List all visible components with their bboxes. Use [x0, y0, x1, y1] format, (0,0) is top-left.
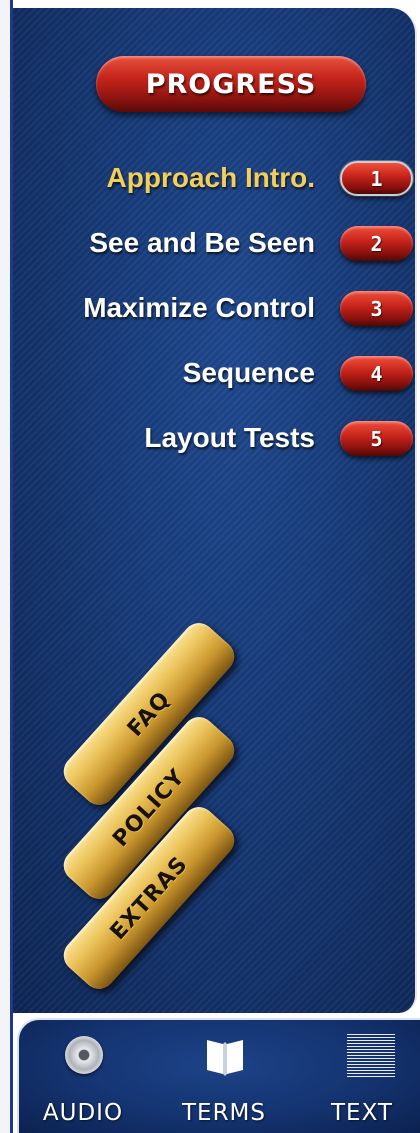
bottom-toolbar: AUDIO TERMS TEXT — [17, 1018, 420, 1133]
terms-button-label: TERMS — [181, 1100, 266, 1126]
progress-header: PROGRESS — [96, 56, 366, 112]
book-icon — [207, 1040, 243, 1076]
text-button[interactable]: TEXT — [307, 1032, 417, 1128]
menu-item-badge: 4 — [340, 356, 413, 391]
terms-button[interactable]: TERMS — [159, 1032, 289, 1128]
menu-item-badge: 5 — [340, 421, 413, 456]
menu-item-label: Maximize Control — [83, 292, 315, 323]
audio-disc-icon — [65, 1036, 103, 1074]
progress-header-label: PROGRESS — [145, 68, 317, 100]
menu-item-badge-number: 1 — [370, 166, 383, 191]
menu-item-approach-intro[interactable]: Approach Intro. 1 — [33, 154, 415, 204]
menu-item-label: Sequence — [182, 357, 315, 388]
menu-item-label: See and Be Seen — [89, 227, 315, 258]
progress-panel: PROGRESS Approach Intro. 1 See and Be Se… — [13, 8, 417, 1013]
menu-item-badge-number: 3 — [370, 296, 383, 321]
menu-item-badge: 3 — [340, 291, 413, 326]
left-edge — [0, 0, 10, 1133]
text-button-label: TEXT — [331, 1100, 393, 1126]
audio-button[interactable]: AUDIO — [27, 1032, 139, 1128]
menu-item-badge-number: 4 — [370, 361, 383, 386]
menu-item-label: Approach Intro. — [106, 162, 315, 193]
menu-item-badge: 1 — [340, 161, 413, 196]
menu-item-sequence[interactable]: Sequence 4 — [33, 349, 415, 399]
menu-item-layout-tests[interactable]: Layout Tests 5 — [33, 414, 415, 464]
menu-item-see-and-be-seen[interactable]: See and Be Seen 2 — [33, 219, 415, 269]
audio-button-label: AUDIO — [42, 1100, 124, 1126]
menu-item-badge: 2 — [340, 226, 413, 261]
faq-button-label: FAQ — [122, 686, 176, 742]
menu-item-maximize-control[interactable]: Maximize Control 3 — [33, 284, 415, 334]
menu-item-label: Layout Tests — [144, 422, 315, 453]
menu-item-badge-number: 5 — [370, 426, 383, 451]
menu-item-badge-number: 2 — [370, 231, 383, 256]
text-page-icon — [347, 1034, 395, 1078]
